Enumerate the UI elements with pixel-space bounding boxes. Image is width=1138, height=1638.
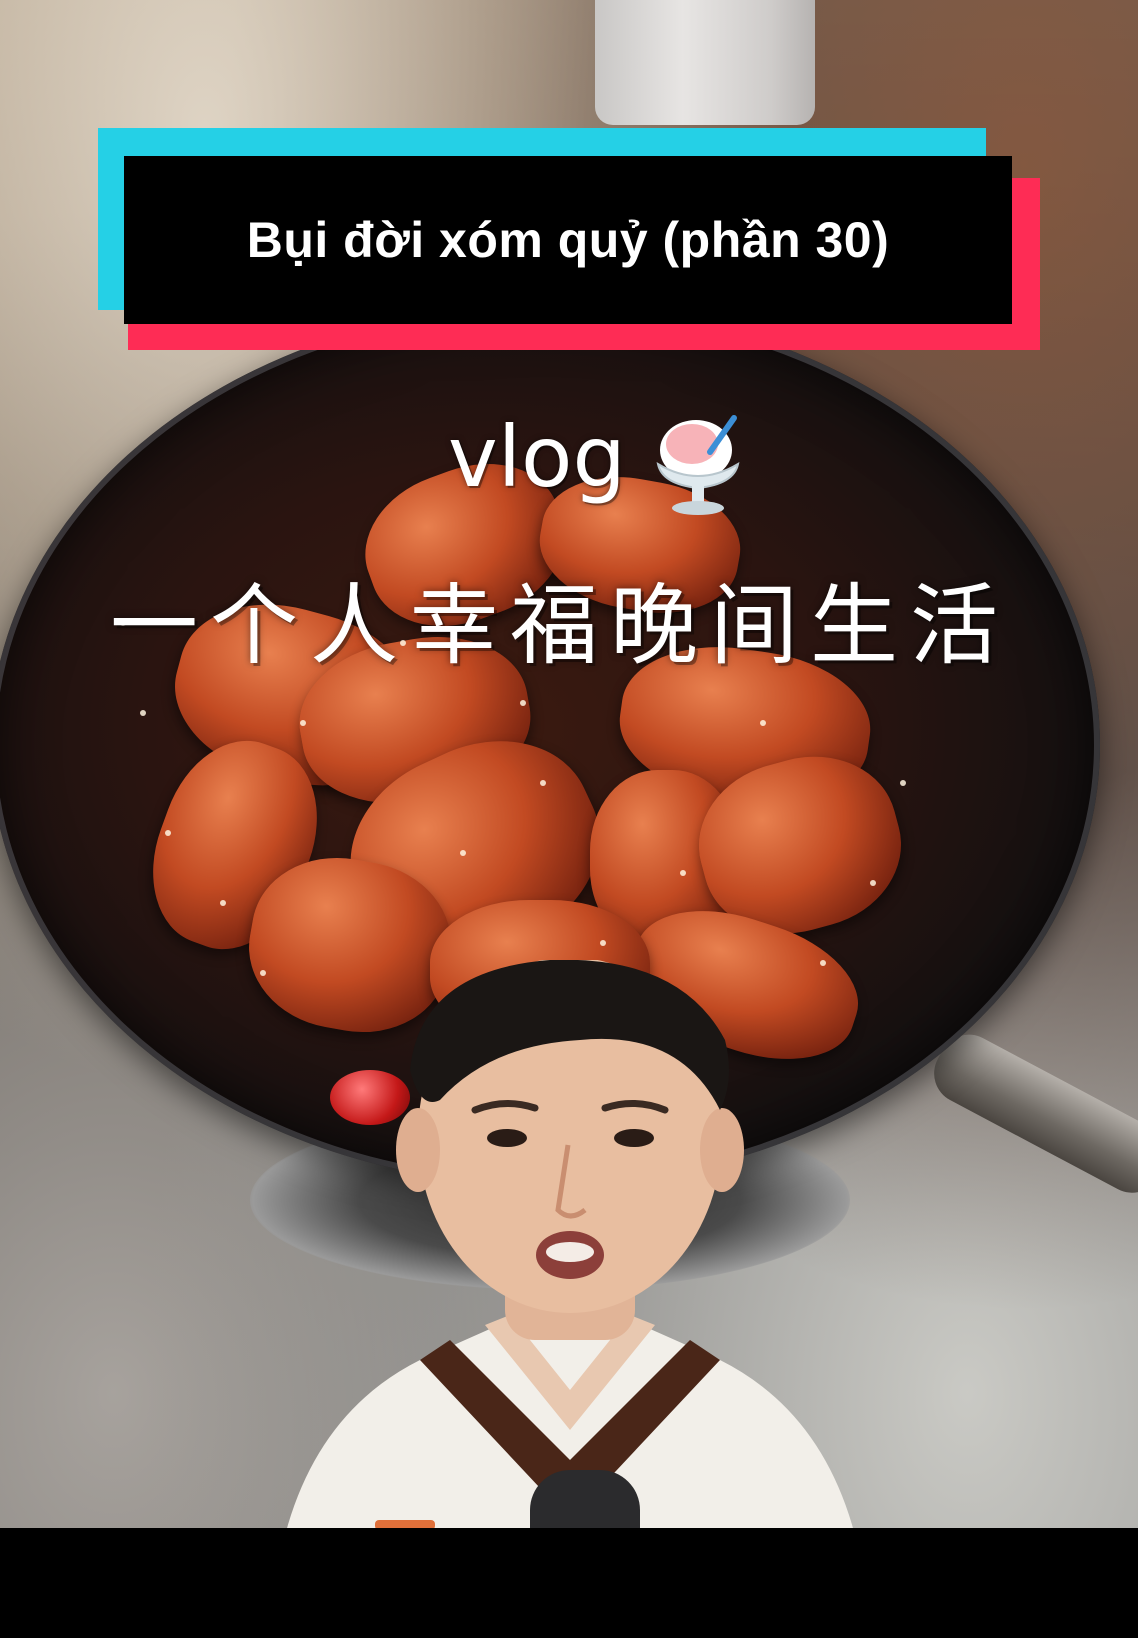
chinese-caption: 一个人幸福晚间生活: [110, 574, 1011, 677]
shaved-ice-icon: [656, 415, 740, 515]
video-title: Bụi đời xóm quỷ (phần 30): [246, 212, 890, 268]
title-banner: Bụi đời xóm quỷ (phần 30): [98, 128, 1040, 350]
video-frame[interactable]: vlog 一个人幸福晚间生活 Bụi đời xóm quỷ (phần 30): [0, 0, 1138, 1638]
bottle: [595, 0, 815, 125]
title-box: Bụi đời xóm quỷ (phần 30): [124, 156, 1012, 324]
bottom-bar: [0, 1528, 1138, 1638]
vlog-label: vlog: [448, 408, 626, 506]
